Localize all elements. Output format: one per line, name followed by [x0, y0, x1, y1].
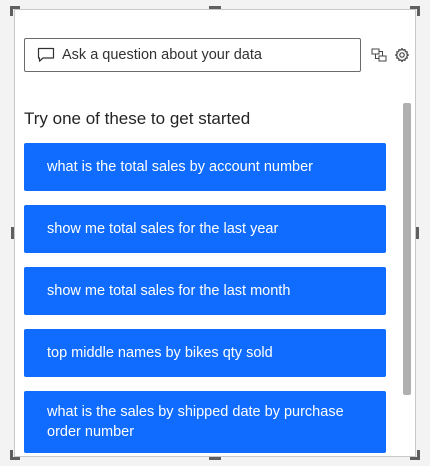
- gear-icon[interactable]: [393, 46, 411, 64]
- suggestion-button[interactable]: top middle names by bikes qty sold: [24, 329, 386, 377]
- resize-handle-bottom[interactable]: [209, 457, 221, 460]
- ask-question-placeholder: Ask a question about your data: [62, 47, 262, 63]
- vertical-scrollbar[interactable]: [402, 103, 412, 395]
- switch-visual-icon[interactable]: [370, 46, 388, 64]
- suggestion-list: what is the total sales by account numbe…: [24, 143, 386, 456]
- suggestion-button[interactable]: show me total sales for the last year: [24, 205, 386, 253]
- suggestions-heading: Try one of these to get started: [24, 109, 251, 128]
- qna-visual: Ask a question about your data Try one o…: [14, 9, 416, 457]
- suggestion-button[interactable]: what is the total sales by account numbe…: [24, 143, 386, 191]
- suggestion-button[interactable]: show me total sales for the last month: [24, 267, 386, 315]
- ask-question-input[interactable]: Ask a question about your data: [24, 38, 361, 72]
- resize-handle-right[interactable]: [416, 227, 419, 239]
- scrollbar-thumb[interactable]: [403, 103, 411, 395]
- chat-bubble-icon: [37, 47, 55, 63]
- suggestion-button[interactable]: what is the sales by shipped date by pur…: [24, 391, 386, 453]
